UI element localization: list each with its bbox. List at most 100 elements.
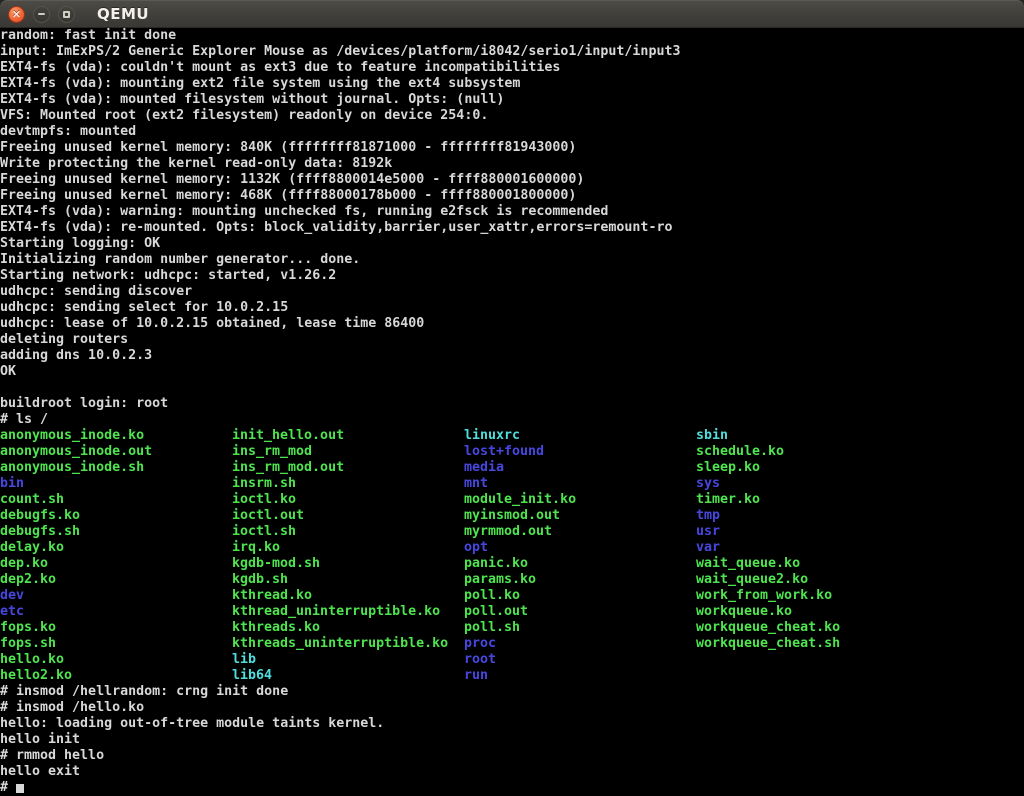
- file-entry: irq.ko: [232, 540, 280, 556]
- file-entry: root: [464, 652, 496, 668]
- file-entry: delay.ko: [0, 540, 64, 556]
- terminal-line: EXT4-fs (vda): mounting ext2 file system…: [0, 76, 1024, 92]
- terminal-line: udhcpc: sending select for 10.0.2.15: [0, 300, 1024, 316]
- file-entry: workqueue_cheat.ko: [696, 620, 840, 636]
- terminal-line: Initializing random number generator... …: [0, 252, 1024, 268]
- file-entry: ioctl.sh: [232, 524, 296, 540]
- file-entry: init_hello.out: [232, 428, 344, 444]
- terminal[interactable]: random: fast init doneinput: ImExPS/2 Ge…: [0, 28, 1024, 796]
- terminal-line: hello init: [0, 732, 1024, 748]
- terminal-line: udhcpc: lease of 10.0.2.15 obtained, lea…: [0, 316, 1024, 332]
- terminal-line: etckthread_uninterruptible.kopoll.outwor…: [0, 604, 1024, 620]
- terminal-line: #: [0, 780, 1024, 796]
- terminal-text: random: fast init done: [0, 28, 176, 43]
- terminal-line: bin insrm.sh mnt sys: [0, 476, 1024, 492]
- file-entry: insrm.sh: [232, 476, 296, 492]
- terminal-line: # insmod /hellrandom: crng init done: [0, 684, 1024, 700]
- terminal-line: # rmmod hello: [0, 748, 1024, 764]
- file-entry: lost+found: [464, 444, 544, 460]
- file-entry: media: [464, 460, 504, 476]
- terminal-line: devtmpfs: mounted: [0, 124, 1024, 140]
- file-entry: myinsmod.out: [464, 508, 560, 524]
- terminal-line: # ls /: [0, 412, 1024, 428]
- file-entry: debugfs.ko: [0, 508, 80, 524]
- file-entry: anonymous_inode.ko: [0, 428, 144, 444]
- terminal-line: Freeing unused kernel memory: 840K (ffff…: [0, 140, 1024, 156]
- terminal-line: count.shioctl.komodule_init.kotimer.ko: [0, 492, 1024, 508]
- terminal-line: debugfs.sh ioctl.sh myrmmod.out usr: [0, 524, 1024, 540]
- file-entry: anonymous_inode.sh: [0, 460, 144, 476]
- terminal-line: debugfs.koioctl.outmyinsmod.outtmp: [0, 508, 1024, 524]
- terminal-text: EXT4-fs (vda): re-mounted. Opts: block_v…: [0, 220, 672, 235]
- file-entry: tmp: [696, 508, 720, 524]
- file-entry: fops.ko: [0, 620, 56, 636]
- terminal-text: VFS: Mounted root (ext2 filesystem) read…: [0, 108, 488, 123]
- close-icon: ✕: [12, 8, 21, 21]
- file-entry: kthreads.ko: [232, 620, 320, 636]
- terminal-text: input: ImExPS/2 Generic Explorer Mouse a…: [0, 44, 680, 59]
- terminal-line: EXT4-fs (vda): warning: mounting uncheck…: [0, 204, 1024, 220]
- terminal-text: Freeing unused kernel memory: 468K (ffff…: [0, 188, 576, 203]
- close-button[interactable]: ✕: [8, 6, 25, 23]
- file-entry: poll.ko: [464, 588, 520, 604]
- terminal-line: random: fast init done: [0, 28, 1024, 44]
- file-entry: usr: [696, 524, 720, 540]
- file-entry: bin: [0, 476, 24, 492]
- file-entry: lib: [232, 652, 256, 668]
- terminal-line: input: ImExPS/2 Generic Explorer Mouse a…: [0, 44, 1024, 60]
- terminal-line: hello.kolibroot: [0, 652, 1024, 668]
- file-entry: wait_queue.ko: [696, 556, 800, 572]
- terminal-line: Freeing unused kernel memory: 468K (ffff…: [0, 188, 1024, 204]
- terminal-line: Starting network: udhcpc: started, v1.26…: [0, 268, 1024, 284]
- terminal-line: devkthread.kopoll.kowork_from_work.ko: [0, 588, 1024, 604]
- terminal-line: adding dns 10.0.2.3: [0, 348, 1024, 364]
- terminal-text: EXT4-fs (vda): mounted filesystem withou…: [0, 92, 504, 107]
- file-entry: myrmmod.out: [464, 524, 552, 540]
- terminal-line: hello exit: [0, 764, 1024, 780]
- terminal-text: Initializing random number generator... …: [0, 252, 360, 267]
- terminal-line: deleting routers: [0, 332, 1024, 348]
- file-entry: workqueue.ko: [696, 604, 792, 620]
- file-entry: workqueue_cheat.sh: [696, 636, 840, 652]
- terminal-line: VFS: Mounted root (ext2 filesystem) read…: [0, 108, 1024, 124]
- terminal-line: hello2.kolib64run: [0, 668, 1024, 684]
- terminal-text: Starting logging: OK: [0, 236, 160, 251]
- file-entry: linuxrc: [464, 428, 520, 444]
- terminal-line: EXT4-fs (vda): re-mounted. Opts: block_v…: [0, 220, 1024, 236]
- terminal-line: EXT4-fs (vda): couldn't mount as ext3 du…: [0, 60, 1024, 76]
- terminal-line: # insmod /hello.ko: [0, 700, 1024, 716]
- terminal-text: buildroot login: root: [0, 396, 168, 411]
- file-entry: kthreads_uninterruptible.ko: [232, 636, 448, 652]
- maximize-button[interactable]: [58, 6, 75, 23]
- terminal-line: dep2.kokgdb.shparams.kowait_queue2.ko: [0, 572, 1024, 588]
- file-entry: proc: [464, 636, 496, 652]
- window-titlebar[interactable]: ✕ QEMU: [0, 0, 1024, 28]
- file-entry: fops.sh: [0, 636, 56, 652]
- file-entry: dep.ko: [0, 556, 48, 572]
- terminal-text: udhcpc: lease of 10.0.2.15 obtained, lea…: [0, 316, 424, 331]
- terminal-line: EXT4-fs (vda): mounted filesystem withou…: [0, 92, 1024, 108]
- file-entry: poll.sh: [464, 620, 520, 636]
- file-entry: kgdb-mod.sh: [232, 556, 320, 572]
- terminal-line: anonymous_inode.shins_rm_mod.outmediasle…: [0, 460, 1024, 476]
- file-entry: dev: [0, 588, 24, 604]
- file-entry: anonymous_inode.out: [0, 444, 152, 460]
- file-entry: poll.out: [464, 604, 528, 620]
- minimize-button[interactable]: [33, 6, 50, 23]
- file-entry: count.sh: [0, 492, 64, 508]
- terminal-text: hello: loading out-of-tree module taints…: [0, 716, 384, 731]
- file-entry: debugfs.sh: [0, 524, 80, 540]
- terminal-text: Write protecting the kernel read-only da…: [0, 156, 392, 171]
- file-entry: ioctl.ko: [232, 492, 296, 508]
- minimize-icon: [38, 13, 45, 15]
- terminal-text: # insmod /hello.ko: [0, 700, 144, 715]
- file-entry: sys: [696, 476, 720, 492]
- file-entry: mnt: [464, 476, 488, 492]
- terminal-cursor: [16, 784, 24, 793]
- file-entry: module_init.ko: [464, 492, 576, 508]
- file-entry: ins_rm_mod.out: [232, 460, 344, 476]
- file-entry: wait_queue2.ko: [696, 572, 808, 588]
- terminal-text: hello exit: [0, 764, 80, 779]
- file-entry: kthread.ko: [232, 588, 312, 604]
- file-entry: lib64: [232, 668, 272, 684]
